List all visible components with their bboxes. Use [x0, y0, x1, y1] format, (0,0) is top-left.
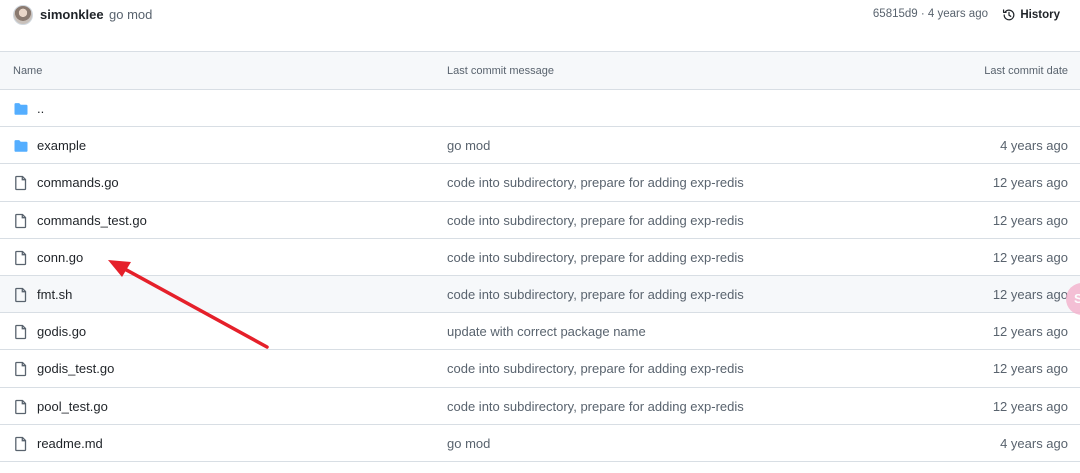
commit-message-link[interactable]: update with correct package name — [447, 324, 646, 339]
file-table: Name Last commit message Last commit dat… — [0, 51, 1080, 462]
file-name-link[interactable]: commands.go — [37, 175, 119, 190]
file-icon — [13, 436, 29, 452]
latest-commit-message[interactable]: go mod — [109, 7, 152, 22]
column-header-date: Last commit date — [984, 65, 1068, 77]
commit-message-link[interactable]: code into subdirectory, prepare for addi… — [447, 250, 744, 265]
file-icon — [13, 361, 29, 377]
commit-author[interactable]: simonklee — [40, 7, 104, 22]
table-row[interactable]: godis_test.go code into subdirectory, pre… — [0, 350, 1080, 388]
table-row[interactable]: example go mod 4 years ago — [0, 127, 1080, 165]
folder-icon — [13, 101, 29, 117]
file-icon — [13, 287, 29, 303]
column-header-message: Last commit message — [447, 65, 554, 77]
commit-message-link[interactable]: code into subdirectory, prepare for addi… — [447, 213, 744, 228]
table-header: Name Last commit message Last commit dat… — [0, 52, 1080, 90]
commit-hash-and-age[interactable]: 65815d9 · 4 years ago — [873, 8, 988, 20]
table-row[interactable]: commands.go code into subdirectory, prepa… — [0, 164, 1080, 202]
file-name-link[interactable]: example — [37, 138, 86, 153]
commit-date: 4 years ago — [1000, 435, 1068, 451]
commit-date: 4 years ago — [1000, 138, 1068, 154]
commit-date: 12 years ago — [992, 286, 1068, 302]
folder-icon — [13, 138, 29, 154]
commit-date: 12 years ago — [992, 361, 1068, 377]
commit-message-link[interactable]: code into subdirectory, prepare for addi… — [447, 399, 744, 414]
file-icon — [13, 399, 29, 415]
table-row[interactable]: fmt.sh code into subdirectory, prepare fo… — [0, 275, 1080, 314]
commit-date: 12 years ago — [992, 324, 1068, 340]
commit-date: 12 years ago — [992, 175, 1068, 191]
file-icon — [13, 324, 29, 340]
commit-message-link[interactable]: go mod — [447, 436, 490, 451]
file-icon — [13, 250, 29, 266]
file-icon — [13, 175, 29, 191]
file-name-link[interactable]: godis.go — [37, 324, 86, 339]
file-name-link[interactable]: commands_test.go — [37, 213, 147, 228]
author-avatar[interactable] — [13, 5, 33, 25]
history-icon — [1003, 9, 1015, 21]
file-icon — [13, 213, 29, 229]
commit-message-link[interactable]: go mod — [447, 138, 490, 153]
column-header-name: Name — [13, 65, 43, 77]
latest-commit-bar: simonklee go mod 65815d9 · 4 years ago H… — [0, 0, 1080, 30]
table-row[interactable]: readme.md go mod 4 years ago — [0, 425, 1080, 462]
commit-date: 12 years ago — [992, 398, 1068, 414]
table-row[interactable]: pool_test.go code into subdirectory, prep… — [0, 388, 1080, 425]
history-button[interactable]: History — [1002, 5, 1060, 25]
commit-message-link[interactable]: code into subdirectory, prepare for addi… — [447, 287, 744, 302]
table-row[interactable]: conn.go code into subdirectory, prepare f… — [0, 239, 1080, 276]
history-label: History — [1020, 9, 1060, 21]
file-name-link[interactable]: conn.go — [37, 250, 83, 265]
table-row[interactable]: .. — [0, 90, 1080, 128]
file-name-link[interactable]: fmt.sh — [37, 287, 72, 302]
commit-date: 12 years ago — [992, 249, 1068, 265]
file-name-link[interactable]: pool_test.go — [37, 399, 108, 414]
file-name-link[interactable]: .. — [37, 101, 44, 116]
table-row[interactable]: commands_test.go code into subdirectory, … — [0, 202, 1080, 239]
commit-message-link[interactable]: code into subdirectory, prepare for addi… — [447, 361, 744, 376]
file-name-link[interactable]: godis_test.go — [37, 361, 114, 376]
table-row[interactable]: godis.go update with correct package name… — [0, 313, 1080, 351]
table-body: .. example go mod 4 years ago commands.go cod… — [0, 90, 1080, 462]
file-name-link[interactable]: readme.md — [37, 436, 103, 451]
commit-message-link[interactable]: code into subdirectory, prepare for addi… — [447, 175, 744, 190]
commit-date: 12 years ago — [992, 212, 1068, 228]
